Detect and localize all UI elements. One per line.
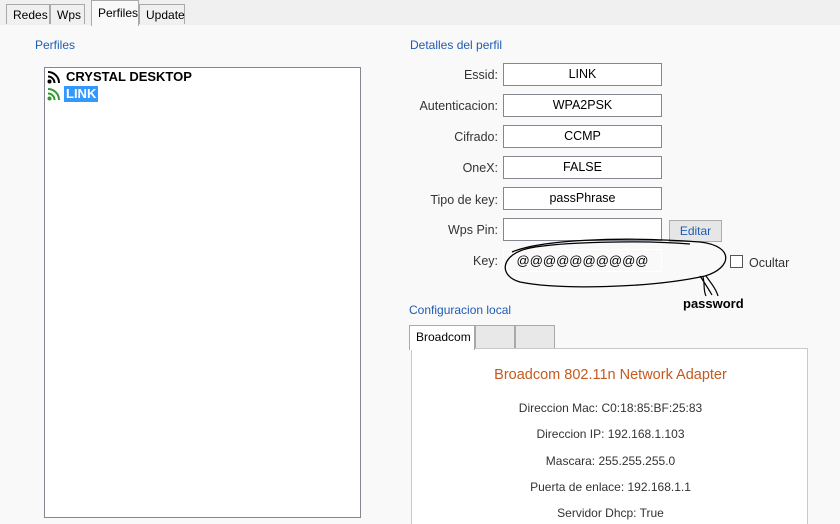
keytype-field[interactable]: passPhrase (503, 187, 662, 210)
list-item-crystal-desktop[interactable]: CRYSTAL DESKTOP (47, 69, 194, 85)
wifi-profile-icon (47, 71, 60, 84)
local-config-group-label: Configuracion local (409, 303, 512, 317)
tab-redes[interactable]: Redes (6, 4, 50, 24)
onex-label: OneX: (462, 161, 498, 175)
wifi-profile-active-icon (47, 88, 60, 101)
wpspin-label: Wps Pin: (447, 223, 498, 237)
onex-field[interactable]: FALSE (503, 156, 662, 179)
tab-wps[interactable]: Wps (50, 4, 85, 24)
hide-key-checkbox[interactable] (730, 255, 743, 268)
auth-field[interactable]: WPA2PSK (503, 94, 662, 117)
auth-label: Autenticacion: (419, 99, 498, 113)
edit-button[interactable]: Editar (669, 220, 722, 242)
essid-label: Essid: (463, 68, 498, 82)
subnet-mask: Mascara: 255.255.255.0 (545, 454, 676, 468)
gateway: Puerta de enlace: 192.168.1.1 (530, 480, 691, 494)
wpspin-field[interactable] (503, 218, 662, 241)
tab-perfiles[interactable]: Perfiles (91, 0, 139, 26)
details-group-label: Detalles del perfil (410, 38, 503, 52)
adapter-info-panel: Broadcom 802.11n Network Adapter Direcci… (411, 348, 808, 524)
cipher-field[interactable]: CCMP (503, 125, 662, 148)
dhcp-server: Servidor Dhcp: True (557, 506, 664, 520)
key-label: Key: (472, 254, 498, 268)
profiles-group-label: Perfiles (35, 38, 76, 52)
tab-update[interactable]: Update (139, 4, 185, 24)
tab-adapter-3[interactable] (515, 325, 555, 348)
profiles-list[interactable]: CRYSTAL DESKTOP LINK (44, 67, 361, 518)
list-item-label: LINK (64, 86, 99, 102)
adapter-name: Broadcom 802.11n Network Adapter (494, 367, 727, 383)
tab-adapter-2[interactable] (475, 325, 515, 348)
tab-broadcom[interactable]: Broadcom (409, 325, 475, 350)
ip-address: Direccion IP: 192.168.1.103 (536, 427, 685, 441)
main-tab-strip: Redes Wps Perfiles Update (0, 0, 840, 26)
list-item-link[interactable]: LINK (47, 86, 99, 102)
list-item-label: CRYSTAL DESKTOP (66, 69, 192, 84)
mac-address: Direccion Mac: C0:18:85:BF:25:83 (518, 401, 703, 415)
keytype-label: Tipo de key: (430, 193, 498, 207)
cipher-label: Cifrado: (454, 130, 498, 144)
hide-key-label: Ocultar (749, 256, 790, 270)
password-annotation: password (683, 296, 744, 311)
key-field[interactable]: @@@@@@@@@@ (503, 249, 662, 272)
essid-field[interactable]: LINK (503, 63, 662, 86)
